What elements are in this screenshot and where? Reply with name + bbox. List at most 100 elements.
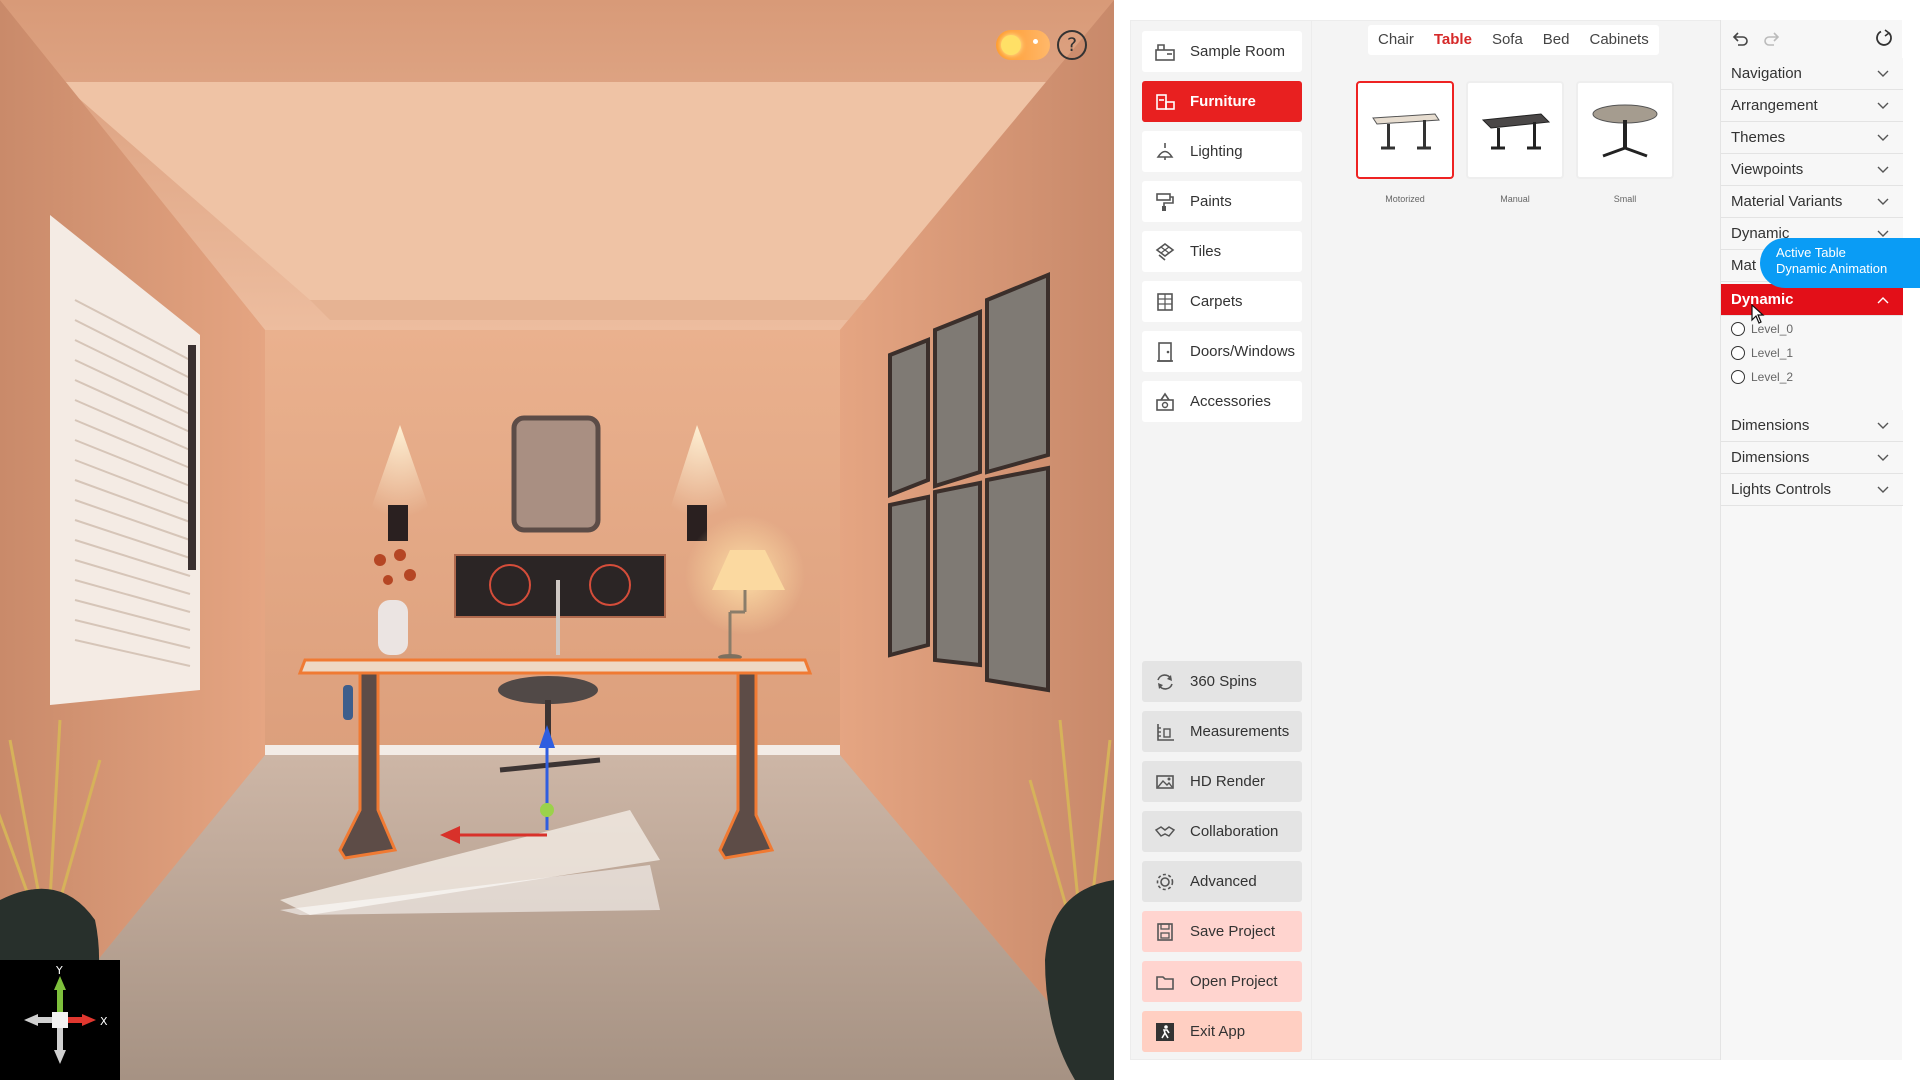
category-label: Tiles: [1190, 243, 1222, 260]
item-thumb-motorized[interactable]: [1356, 81, 1454, 179]
tool-label: Advanced: [1190, 873, 1257, 890]
handshake-icon: [1154, 821, 1176, 843]
tool-measurements[interactable]: Measurements: [1142, 711, 1302, 752]
save-project-button[interactable]: Save Project: [1142, 911, 1302, 952]
section-viewpoints[interactable]: Viewpoints: [1721, 154, 1903, 186]
tool-hd-render[interactable]: HD Render: [1142, 761, 1302, 802]
tooltip-line-1: Active Table: [1776, 245, 1846, 260]
section-label: Dimensions: [1731, 417, 1810, 434]
radio-circle[interactable]: [1731, 322, 1745, 336]
reset-icon[interactable]: [1873, 27, 1895, 49]
radio-level-2[interactable]: Level_2: [1731, 366, 1793, 388]
section-lights-controls[interactable]: Lights Controls: [1721, 474, 1903, 506]
paint-roller-icon: [1154, 191, 1176, 213]
tab-chair[interactable]: Chair: [1368, 25, 1424, 55]
axis-gizmo-icon: Y X: [24, 964, 108, 1064]
radio-circle[interactable]: [1731, 346, 1745, 360]
manual-table-image: [1481, 113, 1551, 150]
section-label: Themes: [1731, 129, 1786, 146]
category-label: Paints: [1190, 193, 1232, 210]
category-label: Sample Room: [1190, 43, 1286, 60]
radio-level-1[interactable]: Level_1: [1731, 342, 1793, 364]
category-lighting[interactable]: Lighting: [1142, 131, 1302, 172]
lighting-icon: [1154, 141, 1176, 163]
furniture-subtabs: Chair Table Sofa Bed Cabinets: [1368, 25, 1659, 55]
tool-label: Collaboration: [1190, 823, 1279, 840]
carpet-icon: [1154, 291, 1176, 313]
tab-table[interactable]: Table: [1424, 25, 1482, 55]
tool-label: Save Project: [1190, 923, 1276, 940]
day-night-toggle[interactable]: [996, 30, 1050, 60]
tool-label: Measurements: [1190, 723, 1290, 740]
dynamic-animation-tooltip: Active Table Dynamic Animation: [1760, 238, 1920, 288]
tool-collaboration[interactable]: Collaboration: [1142, 811, 1302, 852]
chevron-down-icon: [1877, 422, 1893, 430]
category-furniture[interactable]: Furniture: [1142, 81, 1302, 122]
redo-icon[interactable]: [1761, 27, 1783, 49]
section-dimensions-1[interactable]: Dimensions: [1721, 410, 1903, 442]
radio-circle[interactable]: [1731, 370, 1745, 384]
section-dimensions-2[interactable]: Dimensions: [1721, 442, 1903, 474]
tab-cabinets[interactable]: Cabinets: [1580, 25, 1659, 55]
gear-icon: [1154, 871, 1176, 893]
sample-room-icon: [1154, 41, 1176, 63]
save-icon: [1154, 921, 1176, 943]
section-material-variants[interactable]: Material Variants: [1721, 186, 1903, 218]
radio-label: Level_2: [1751, 370, 1794, 384]
folder-icon: [1154, 971, 1176, 993]
tool-advanced[interactable]: Advanced: [1142, 861, 1302, 902]
item-label: Manual: [1500, 194, 1530, 204]
section-label: Lights Controls: [1731, 481, 1832, 498]
tool-label: Open Project: [1190, 973, 1278, 990]
chevron-down-icon: [1877, 70, 1893, 78]
category-label: Lighting: [1190, 143, 1243, 160]
section-navigation[interactable]: Navigation: [1721, 58, 1903, 90]
section-themes[interactable]: Themes: [1721, 122, 1903, 154]
category-paints[interactable]: Paints: [1142, 181, 1302, 222]
toggle-dot: [1033, 39, 1038, 44]
section-dynamic-open[interactable]: Dynamic: [1721, 284, 1903, 316]
category-sidebar: Sample Room Furniture Lighting Paints Ti…: [1130, 20, 1312, 1060]
room-scene[interactable]: [0, 0, 1114, 1080]
tiles-icon: [1154, 241, 1176, 263]
category-tiles[interactable]: Tiles: [1142, 231, 1302, 272]
tool-360-spins[interactable]: 360 Spins: [1142, 661, 1302, 702]
accessories-icon: [1154, 391, 1176, 413]
3d-viewport[interactable]: ? Y X: [0, 0, 1114, 1080]
door-icon: [1154, 341, 1176, 363]
chevron-down-icon: [1877, 166, 1893, 174]
furniture-icon: [1154, 91, 1176, 113]
radio-label: Level_0: [1751, 322, 1794, 336]
section-arrangement[interactable]: Arrangement: [1721, 90, 1903, 122]
open-project-button[interactable]: Open Project: [1142, 961, 1302, 1002]
category-doors-windows[interactable]: Doors/Windows: [1142, 331, 1302, 372]
category-label: Accessories: [1190, 393, 1271, 410]
category-sample-room[interactable]: Sample Room: [1142, 31, 1302, 72]
tooltip-line-2: Dynamic Animation: [1776, 261, 1888, 276]
item-thumb-small[interactable]: [1576, 81, 1674, 179]
rotate-icon: [1154, 671, 1176, 693]
mouse-cursor-icon: [1751, 304, 1765, 324]
exit-app-button[interactable]: Exit App: [1142, 1011, 1302, 1052]
chevron-down-icon: [1877, 486, 1893, 494]
chevron-down-icon: [1877, 454, 1893, 462]
category-carpets[interactable]: Carpets: [1142, 281, 1302, 322]
section-label: Arrangement: [1731, 97, 1818, 114]
category-accessories[interactable]: Accessories: [1142, 381, 1302, 422]
axis-gizmo[interactable]: Y X: [0, 960, 120, 1080]
category-label: Doors/Windows: [1190, 343, 1296, 360]
tab-sofa[interactable]: Sofa: [1482, 25, 1533, 55]
gizmo-x-label: X: [100, 1015, 108, 1028]
undo-icon[interactable]: [1729, 27, 1751, 49]
help-button[interactable]: ?: [1057, 30, 1087, 60]
section-label: Material Variants: [1731, 193, 1843, 210]
radio-label: Level_1: [1751, 346, 1794, 360]
item-thumb-manual[interactable]: [1466, 81, 1564, 179]
history-bar: [1721, 20, 1903, 56]
small-table-image: [1592, 104, 1658, 158]
gizmo-y-label: Y: [55, 964, 63, 977]
section-label: Navigation: [1731, 65, 1802, 82]
tab-bed[interactable]: Bed: [1533, 25, 1580, 55]
motorized-table-image: [1372, 113, 1440, 150]
section-label: Dimensions: [1731, 449, 1810, 466]
